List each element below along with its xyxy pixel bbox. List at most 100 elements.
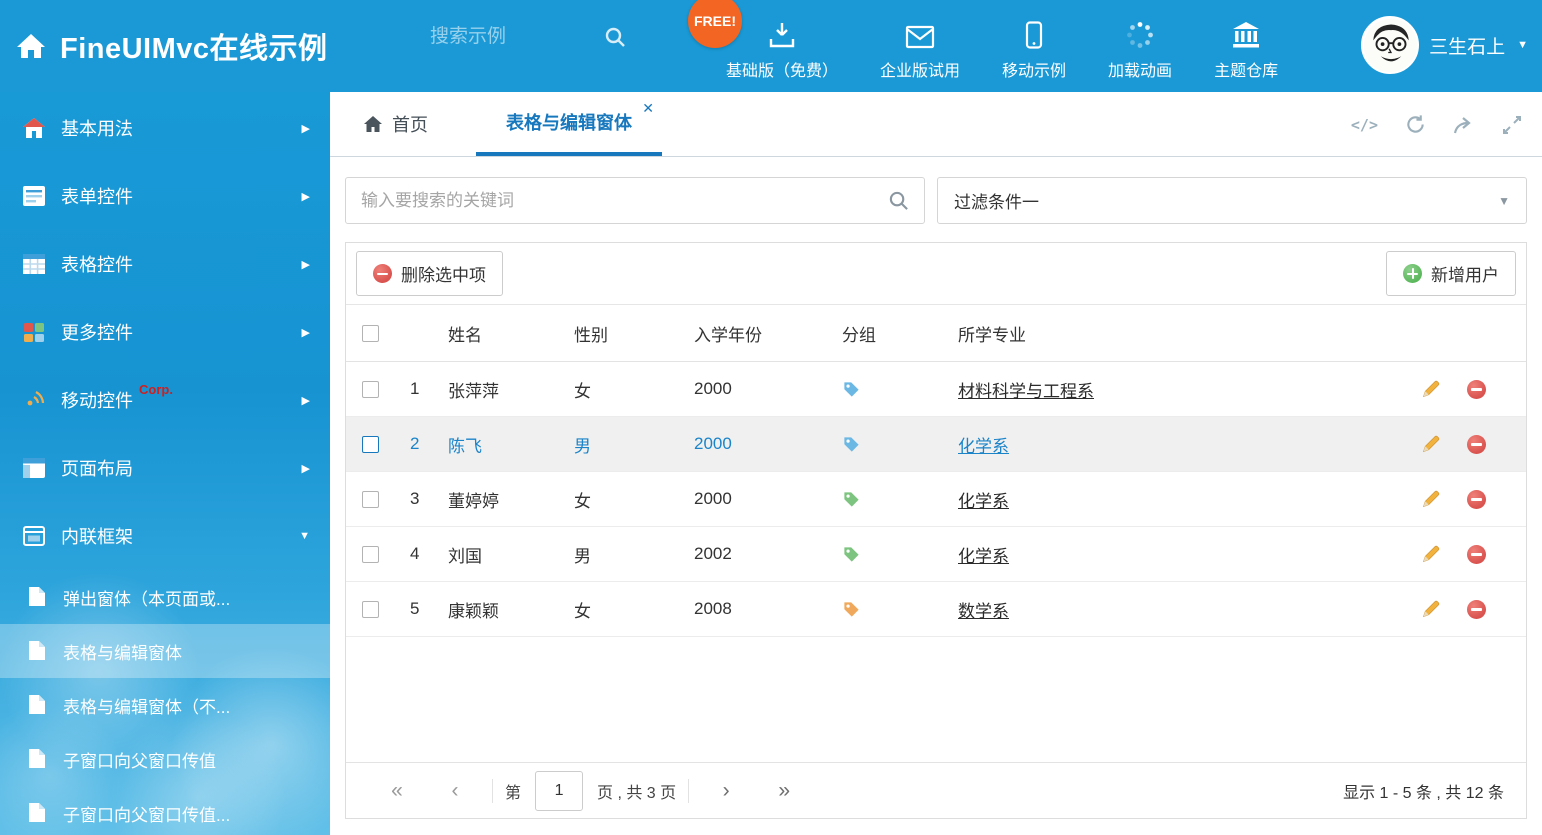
major-link[interactable]: 化学系 [958,547,1009,566]
add-user-button[interactable]: 新增用户 [1386,251,1516,296]
cell-gender: 女 [574,487,694,512]
chevron-down-icon: ▼ [1517,39,1528,51]
sidebar-subitem-label: 子窗口向父窗口传值... [63,801,230,826]
edit-pencil-icon[interactable] [1421,434,1441,454]
next-page-icon[interactable]: › [697,779,755,803]
header-nav: 基础版（免费） 企业版试用 移动示例 [726,0,1278,92]
column-header-group: 分组 [842,321,958,346]
delete-row-icon[interactable] [1467,435,1486,454]
sidebar-item-mobile-controls[interactable]: 移动控件 Corp. ▶ [0,366,330,434]
nav-item-theme-store[interactable]: 主题仓库 [1214,21,1278,81]
divider [492,779,493,803]
filter-dropdown[interactable]: 过滤条件一 ▼ [937,177,1527,224]
delete-row-icon[interactable] [1467,380,1486,399]
table-row: 5 康颖颖 女 2008 数学系 [346,582,1526,637]
sidebar-subitem-child-to-parent-2[interactable]: 子窗口向父窗口传值... [0,786,330,835]
refresh-icon[interactable] [1405,114,1426,135]
filter-dropdown-value: 过滤条件一 [954,188,1039,213]
user-menu[interactable]: 三生石上 ▼ [1361,16,1528,74]
file-icon [28,640,48,662]
edit-pencil-icon[interactable] [1421,379,1441,399]
nav-item-mobile-demo[interactable]: 移动示例 [1002,21,1066,81]
header-search [430,26,626,48]
sidebar-item-label: 页面布局 [61,455,133,481]
keyword-search-input[interactable] [361,191,888,211]
grid-panel: 删除选中项 新增用户 姓名 性别 入学年份 分组 所学专业 [345,242,1527,819]
delete-selected-button[interactable]: 删除选中项 [356,251,503,296]
pagination-summary: 显示 1 - 5 条 , 共 12 条 [1343,779,1504,803]
chevron-right-icon: ▶ [302,190,310,203]
cell-name: 康颖颖 [448,597,574,622]
tab-label: 首页 [392,111,428,137]
tab-grid-edit-window[interactable]: 表格与编辑窗体 ✕ [476,92,662,156]
corp-badge: Corp. [139,382,173,397]
last-page-icon[interactable]: » [755,779,813,803]
tab-bar: 首页 表格与编辑窗体 ✕ </> [330,92,1542,157]
add-button-label: 新增用户 [1431,261,1499,286]
sidebar-item-page-layout[interactable]: 页面布局 ▶ [0,434,330,502]
sidebar-item-iframe[interactable]: 内联框架 ▼ [0,502,330,570]
cell-name: 陈飞 [448,432,574,457]
close-icon[interactable]: ✕ [642,100,654,117]
open-in-window-icon[interactable] [1453,115,1475,135]
sidebar-item-grid-controls[interactable]: 表格控件 ▶ [0,230,330,298]
select-all-checkbox[interactable] [362,325,379,342]
cell-gender: 男 [574,542,694,567]
sidebar-subitem-label: 弹出窗体（本页面或... [63,585,230,610]
major-link[interactable]: 化学系 [958,437,1009,456]
major-link[interactable]: 数学系 [958,602,1009,621]
edit-pencil-icon[interactable] [1421,599,1441,619]
cell-gender: 女 [574,377,694,402]
delete-row-icon[interactable] [1467,490,1486,509]
sidebar-subitem-popup-window[interactable]: 弹出窗体（本页面或... [0,570,330,624]
keyword-search [345,177,925,224]
page-number-input[interactable] [535,771,583,811]
sidebar-item-more-controls[interactable]: 更多控件 ▶ [0,298,330,366]
row-checkbox[interactable] [362,491,379,508]
tab-home[interactable]: 首页 [345,92,446,156]
row-checkbox[interactable] [362,436,379,453]
column-header-year: 入学年份 [694,321,842,346]
source-code-icon[interactable]: </> [1351,116,1378,134]
search-icon[interactable] [604,26,626,48]
first-page-icon[interactable]: « [368,779,426,803]
header-search-input[interactable] [430,26,590,48]
chevron-right-icon: ▶ [302,326,310,339]
nav-item-enterprise-trial[interactable]: 企业版试用 [880,21,960,81]
cell-gender: 女 [574,597,694,622]
blocks-icon [22,320,48,344]
sidebar-item-label: 基本用法 [61,115,133,141]
chevron-right-icon: ▶ [302,122,310,135]
envelope-icon [905,21,935,49]
row-index: 3 [402,489,448,509]
prev-page-icon[interactable]: ‹ [426,779,484,803]
edit-pencil-icon[interactable] [1421,544,1441,564]
delete-row-icon[interactable] [1467,545,1486,564]
tab-label: 表格与编辑窗体 [506,109,632,135]
column-header-name: 姓名 [448,321,574,346]
nav-item-basic-edition[interactable]: 基础版（免费） [726,21,838,81]
row-checkbox[interactable] [362,381,379,398]
edit-pencil-icon[interactable] [1421,489,1441,509]
sidebar-subitem-grid-edit-window-2[interactable]: 表格与编辑窗体（不... [0,678,330,732]
nav-item-loading-animation[interactable]: 加载动画 [1108,21,1172,81]
sidebar-subitem-child-to-parent[interactable]: 子窗口向父窗口传值 [0,732,330,786]
delete-row-icon[interactable] [1467,600,1486,619]
frame-icon [22,524,48,548]
row-checkbox[interactable] [362,601,379,618]
expand-icon[interactable] [1502,115,1522,135]
search-icon[interactable] [888,190,909,211]
cell-year: 2002 [694,544,842,564]
row-checkbox[interactable] [362,546,379,563]
sidebar-item-basic-usage[interactable]: 基本用法 ▶ [0,94,330,162]
major-link[interactable]: 化学系 [958,492,1009,511]
sidebar-item-form-controls[interactable]: 表单控件 ▶ [0,162,330,230]
major-link[interactable]: 材料科学与工程系 [958,382,1094,401]
page-label-prefix: 第 [505,779,521,803]
cell-name: 董婷婷 [448,487,574,512]
user-name: 三生石上 [1429,32,1505,59]
cell-name: 刘国 [448,542,574,567]
nav-label: 主题仓库 [1214,57,1278,81]
chevron-down-icon: ▼ [1498,194,1510,208]
sidebar-subitem-grid-edit-window[interactable]: 表格与编辑窗体 [0,624,330,678]
